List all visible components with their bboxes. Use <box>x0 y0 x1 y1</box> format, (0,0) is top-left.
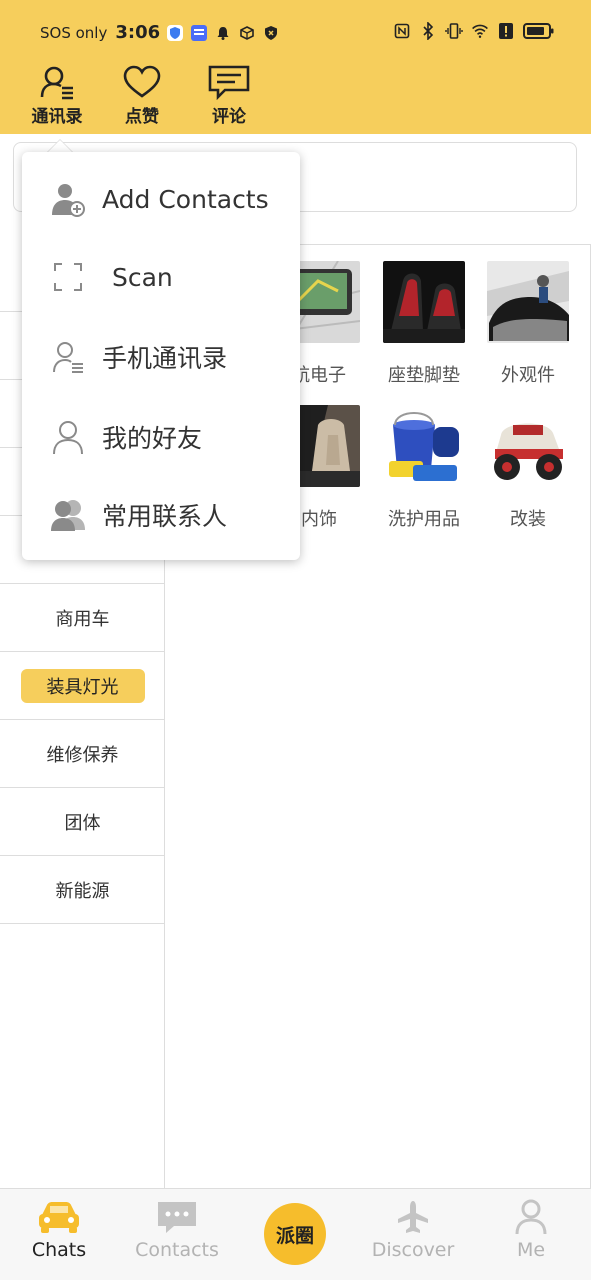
scan-icon <box>48 257 88 297</box>
battery-icon <box>523 22 555 40</box>
car-seat-image <box>383 261 465 343</box>
nfc-icon <box>393 22 411 40</box>
status-left: SOS only 3:06 <box>40 22 280 43</box>
contacts-book-icon <box>35 64 79 100</box>
menu-item-my-friends[interactable]: 我的好友 <box>22 398 300 476</box>
security-icon <box>262 24 280 42</box>
top-bar: SOS only 3:06 通讯录 点赞 评论 <box>0 0 591 134</box>
car-exterior-image <box>487 261 569 343</box>
friend-icon <box>48 417 88 457</box>
tab-chats-label: Chats <box>31 1239 87 1261</box>
comments-header-button[interactable]: 评论 <box>194 64 264 127</box>
menu-item-frequent-contacts[interactable]: 常用联系人 <box>22 476 300 554</box>
menu-item-label: 我的好友 <box>102 424 203 453</box>
grid-item-modification[interactable]: 改装 <box>480 405 576 531</box>
chat-bubble-icon <box>154 1199 200 1235</box>
menu-item-phone-contacts[interactable]: 手机通讯录 <box>22 318 300 396</box>
box-icon <box>238 24 256 42</box>
category-item-equipment-lighting[interactable]: 装具灯光 <box>0 652 165 720</box>
tab-me[interactable]: Me <box>476 1199 586 1261</box>
category-label: 团体 <box>64 812 101 834</box>
tab-discover-label: Discover <box>371 1239 455 1261</box>
category-item-maintenance[interactable]: 维修保养 <box>0 720 165 788</box>
alert-icon <box>497 22 515 40</box>
rc-car-image <box>487 405 569 487</box>
grid-item-seat-mats[interactable]: 座垫脚垫 <box>376 261 472 387</box>
category-label: 新能源 <box>55 880 110 902</box>
menu-item-scan[interactable]: Scan <box>22 238 300 316</box>
carrier-text: SOS only <box>40 23 108 42</box>
contacts-header-button[interactable]: 通讯录 <box>22 64 92 127</box>
tab-contacts[interactable]: Contacts <box>122 1199 232 1261</box>
status-bar: SOS only 3:06 <box>0 0 591 60</box>
menu-item-label: Scan <box>112 262 173 292</box>
vibrate-icon <box>445 22 463 40</box>
wifi-icon <box>471 22 489 40</box>
clock: 3:06 <box>115 22 161 43</box>
frequent-contacts-icon <box>48 495 88 535</box>
app-icon <box>190 24 208 42</box>
tab-me-label: Me <box>516 1239 546 1261</box>
person-icon <box>508 1199 554 1235</box>
bluetooth-icon <box>419 22 437 40</box>
bottom-navigation: Chats Contacts 派圈 Discover Me <box>0 1188 591 1280</box>
menu-item-label: Add Contacts <box>102 184 269 214</box>
menu-item-label: 手机通讯录 <box>102 344 228 373</box>
grid-item-car-care[interactable]: 洗护用品 <box>376 405 472 531</box>
heart-icon <box>120 64 164 100</box>
comment-icon <box>207 64 251 101</box>
grid-item-label: 洗护用品 <box>388 509 460 530</box>
bell-icon <box>214 24 232 42</box>
tab-discover[interactable]: Discover <box>358 1199 468 1261</box>
category-label: 商用车 <box>55 608 110 630</box>
menu-item-add-contacts[interactable]: Add Contacts <box>22 160 300 238</box>
phone-contacts-icon <box>48 337 88 377</box>
status-right <box>393 22 555 40</box>
category-item-commercial-vehicle[interactable]: 商用车 <box>0 584 165 652</box>
tab-contacts-label: Contacts <box>135 1239 219 1261</box>
category-item-group[interactable]: 团体 <box>0 788 165 856</box>
tab-chats[interactable]: Chats <box>4 1199 114 1261</box>
comments-header-label: 评论 <box>212 107 246 127</box>
category-item-new-energy[interactable]: 新能源 <box>0 856 165 924</box>
center-action-button[interactable]: 派圈 <box>264 1203 326 1265</box>
grid-item-label: 外观件 <box>501 365 555 386</box>
add-contact-icon <box>48 179 88 219</box>
likes-header-label: 点赞 <box>125 107 159 127</box>
wash-supplies-image <box>383 405 465 487</box>
menu-item-label: 常用联系人 <box>102 502 228 531</box>
car-icon <box>36 1199 82 1235</box>
category-label: 装具灯光 <box>20 668 145 703</box>
grid-item-label: 改装 <box>510 509 546 530</box>
shield-icon <box>166 24 184 42</box>
grid-item-label: 座垫脚垫 <box>388 365 460 386</box>
contacts-header-label: 通讯录 <box>31 107 83 127</box>
likes-header-button[interactable]: 点赞 <box>107 64 177 127</box>
popup-menu: Add Contacts Scan 手机通讯录 我的好友 常用联系人 <box>22 152 300 560</box>
grid-item-exterior[interactable]: 外观件 <box>480 261 576 387</box>
airplane-icon <box>390 1199 436 1235</box>
category-label: 维修保养 <box>46 744 119 766</box>
